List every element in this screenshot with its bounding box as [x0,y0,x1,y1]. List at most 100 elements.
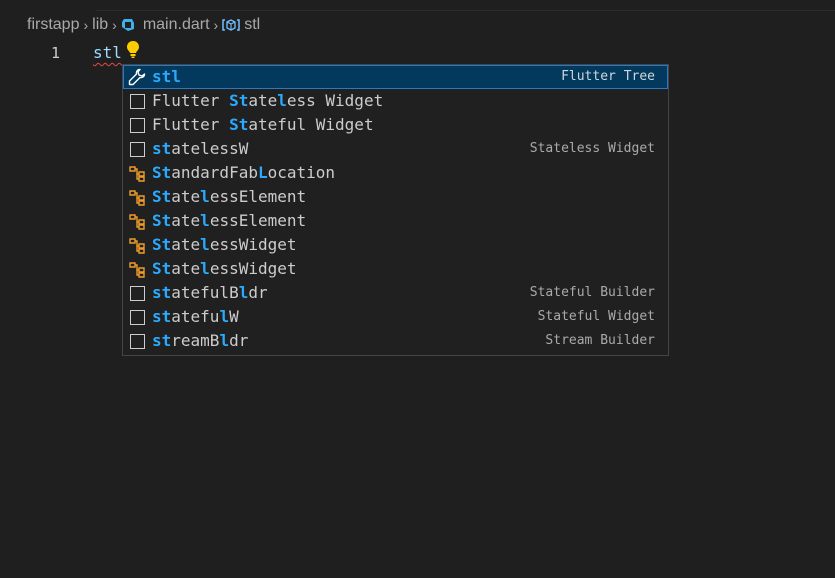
match-highlight: stl [152,67,181,86]
breadcrumb: firstapp › lib › main.dart › stl [27,14,260,36]
label-text: B [229,283,239,302]
match-highlight: l [238,283,249,302]
label-text: Flutter [152,115,230,134]
label-text: dr [229,331,249,350]
match-highlight: St [229,91,249,110]
label-text: ate [248,91,278,110]
suggestion-item[interactable]: stl Flutter Tree [123,65,668,89]
match-highlight: St [152,163,172,182]
match-highlight: st [152,331,172,350]
suggestion-label: StatelessElement [152,210,306,232]
suggestion-item[interactable]: StatelessWidget [123,233,668,257]
match-highlight: st [152,139,172,158]
match-highlight: L [257,163,268,182]
tab-strip-edge [96,0,835,11]
label-text: W [229,307,239,326]
label-text: ate [171,235,201,254]
label-text: ateful [248,115,316,134]
match-highlight: St [152,259,172,278]
label-text: atefu [171,307,220,326]
class-icon [128,260,146,278]
label-text: ess Widget [286,91,384,110]
typed-text[interactable]: stl [93,43,122,62]
label-text: essWidget [209,235,297,254]
snippet-icon [128,92,146,110]
suggestion-label: statelessW [152,138,248,160]
snippet-icon [128,308,146,326]
suggestion-item[interactable]: statelessW Stateless Widget [123,137,668,161]
match-highlight: st [152,283,172,302]
suggestion-item[interactable]: statefulBldr Stateful Builder [123,281,668,305]
suggestion-item[interactable]: StatelessWidget [123,257,668,281]
label-text: Flutter [152,91,230,110]
match-highlight: St [152,235,172,254]
label-text: dr [248,283,268,302]
label-text: ate [171,187,201,206]
snippet-icon [128,140,146,158]
label-text: essWidget [209,259,297,278]
code-line[interactable]: stl [93,42,122,64]
suggestion-item[interactable]: streamBldr Stream Builder [123,329,668,353]
chevron-right-icon: › [213,17,219,33]
match-highlight: l [200,211,210,230]
breadcrumb-item-main-dart[interactable]: main.dart [143,16,210,34]
label-text: ateful [171,283,230,302]
suggestion-widget[interactable]: stl Flutter Tree Flutter Stateless Widget F… [122,64,669,356]
suggestion-detail: Stateless Widget [529,141,655,156]
class-icon [128,164,146,182]
label-text: essElement [209,211,307,230]
label-text: W [315,115,326,134]
suggestion-label: stl [152,66,181,88]
suggestion-label: StatelessElement [152,186,306,208]
dart-file-icon [121,19,134,31]
label-text: andardFab [171,163,258,182]
chevron-right-icon: › [83,17,89,33]
match-highlight: l [277,91,287,110]
label-text: ate [171,211,201,230]
snippet-icon [128,332,146,350]
lightbulb-icon[interactable] [125,40,141,60]
chevron-right-icon: › [112,17,117,33]
match-highlight: l [219,307,230,326]
match-highlight: St [229,115,249,134]
suggestion-item[interactable]: StatelessElement [123,209,668,233]
suggestion-label: statefulW [152,306,239,328]
label-text: reamB [171,331,220,350]
match-highlight: l [200,235,210,254]
match-highlight: st [152,307,172,326]
suggestion-item[interactable]: Flutter Stateful Widget [123,113,668,137]
label-text: ate [171,259,201,278]
match-highlight: l [219,331,230,350]
suggestion-item[interactable]: StatelessElement [123,185,668,209]
suggestion-item[interactable]: statefulW Stateful Widget [123,305,668,329]
suggestion-label: StatelessWidget [152,258,297,280]
snippet-icon [128,116,146,134]
suggestion-label: statefulBldr [152,282,268,304]
line-number: 1 [50,44,60,62]
match-highlight: St [152,187,172,206]
label-text: idget [325,115,374,134]
tab-strip [0,0,835,11]
suggestion-item[interactable]: StandardFabLocation [123,161,668,185]
class-icon [128,236,146,254]
wrench-icon [128,68,146,86]
match-highlight: l [200,259,210,278]
snippet-icon [128,284,146,302]
suggestion-item[interactable]: Flutter Stateless Widget [123,89,668,113]
breadcrumb-item-lib[interactable]: lib [92,16,108,34]
suggestion-label: Flutter Stateless Widget [152,90,383,112]
symbol-variable-icon [222,19,240,31]
suggestion-detail: Flutter Tree [561,69,655,84]
suggestion-detail: Stream Builder [545,333,655,348]
label-text: ocation [267,163,336,182]
breadcrumb-item-stl[interactable]: stl [244,16,260,34]
suggestion-label: streamBldr [152,330,248,352]
label-text: essElement [209,187,307,206]
suggestion-detail: Stateful Widget [537,309,655,324]
breadcrumb-item-firstapp[interactable]: firstapp [27,16,79,34]
class-icon [128,188,146,206]
class-icon [128,212,146,230]
match-highlight: St [152,211,172,230]
suggestion-detail: Stateful Builder [529,285,655,300]
match-highlight: l [200,187,210,206]
